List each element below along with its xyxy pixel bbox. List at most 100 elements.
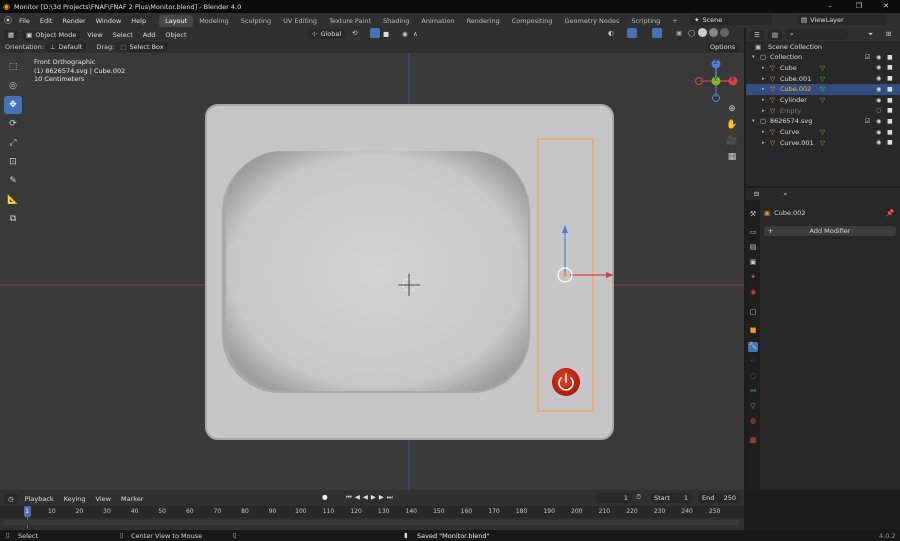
close-button[interactable]: ✕ [872,0,900,13]
timeline-menu-playback[interactable]: Playback [20,495,59,503]
outliner-scene-collection[interactable]: ▣ Scene Collection [746,42,900,53]
visibility-eye-icon[interactable]: ◉ [876,64,881,71]
data-tab-icon[interactable]: ▽ [748,402,758,412]
outliner-row[interactable]: ▸ ▽ Cube.002 ▽ ◉ ■ [746,84,900,95]
outliner-row[interactable]: ▸ ▽ Cube ▽ ◉ ■ [746,63,900,74]
tab-texture-paint[interactable]: Texture Paint [323,15,377,27]
options-dropdown[interactable]: Options [706,42,740,52]
outliner-row[interactable]: ▸ ▽ Curve ▽ ◉ ■ [746,127,900,138]
mesh-data-icon[interactable]: ▽ [820,139,825,147]
expand-arrow-icon[interactable]: ▸ [762,97,765,103]
tab-scripting[interactable]: Scripting [625,15,666,27]
minimize-button[interactable]: – [816,0,844,13]
rendered-shading-icon[interactable] [720,28,729,37]
render-camera-icon[interactable]: ■ [887,139,893,146]
visibility-eye-icon[interactable]: ◉ [876,129,881,136]
blender-menu-icon[interactable]: ⦿ [4,15,12,26]
camera-view-icon[interactable]: 🎥 [724,136,740,150]
world-tab-icon[interactable]: ◉ [748,288,758,298]
outliner-search-input[interactable]: ⌕ [785,29,848,40]
expand-arrow-icon[interactable]: ▸ [762,108,765,114]
outliner-editor-type-icon[interactable]: ☰ [750,29,764,40]
menu-render[interactable]: Render [57,17,90,25]
pivot-icon[interactable]: ⟲ [352,29,357,37]
tab-geometry-nodes[interactable]: Geometry Nodes [559,15,626,27]
timeline-scrollbar[interactable] [4,520,740,525]
perspective-grid-icon[interactable]: ▦ [724,152,740,166]
render-camera-icon[interactable]: ■ [887,118,893,125]
properties-editor-type-icon[interactable]: ⊟ [750,189,764,199]
select-box-tool-icon[interactable]: ⬚ [4,58,22,76]
menu-help[interactable]: Help [126,17,151,25]
orientation-dropdown[interactable]: ⊥ Default [45,42,87,52]
3d-viewport[interactable] [0,53,744,490]
move-tool-icon[interactable]: ✥ [4,96,22,114]
visibility-eye-icon[interactable]: ◉ [876,86,881,93]
measure-tool-icon[interactable]: 📐 [4,191,22,209]
timeline-menu-view[interactable]: View [91,495,116,503]
collapse-arrow-icon[interactable]: ▾ [752,54,755,60]
viewport-menu-view[interactable]: View [82,31,107,39]
transform-tool-icon[interactable]: ⊡ [4,153,22,171]
zoom-icon[interactable]: ⊕ [724,104,740,118]
gizmo-toggle-icon[interactable] [627,28,637,38]
falloff-icon[interactable]: ∧ [413,30,418,38]
scale-tool-icon[interactable]: ⤢ [4,134,22,152]
menu-window[interactable]: Window [91,17,127,25]
tab-modeling[interactable]: Modeling [193,15,235,27]
record-icon[interactable]: ● [322,493,328,501]
add-modifier-button[interactable]: + Add Modifier [764,226,896,236]
xray-icon[interactable]: ▣ [676,29,682,37]
tab-sculpting[interactable]: Sculpting [235,15,277,27]
exclude-checkbox-icon[interactable]: ☑ [865,54,870,61]
viewport-menu-object[interactable]: Object [160,31,191,39]
clock-icon[interactable]: ⏱ [636,493,641,502]
menu-file[interactable]: File [14,17,35,25]
transform-orientation-selector[interactable]: ⊹ Global [308,29,346,39]
render-camera-icon[interactable]: ■ [887,107,893,114]
playback-controls-icon[interactable]: ⏮◀◀▶▶⏭ [346,493,396,502]
tab-layout[interactable]: Layout [159,14,194,27]
viewport-menu-select[interactable]: Select [108,31,138,39]
outliner-row[interactable]: ▸ ▽ Empty ◌ ■ [746,106,900,117]
output-tab-icon[interactable]: ▤ [748,243,758,253]
view-layer-tab-icon[interactable]: ▣ [748,258,758,268]
timeline-menu-marker[interactable]: Marker [116,495,148,503]
menu-edit[interactable]: Edit [35,17,58,25]
visibility-eye-icon[interactable]: ◉ [876,97,881,104]
mesh-data-icon[interactable]: ▽ [820,64,825,72]
editor-type-button[interactable]: ▦ [4,29,19,40]
rotate-tool-icon[interactable]: ⟳ [4,115,22,133]
drag-dropdown[interactable]: ⬚ Select Box [116,42,168,52]
visibility-eye-icon[interactable]: ◉ [876,118,881,125]
tab-animation[interactable]: Animation [415,15,460,27]
cursor-tool-icon[interactable]: ◎ [4,77,22,95]
outliner-row[interactable]: ▸ ▽ Curve.001 ▽ ◉ ■ [746,138,900,149]
mesh-data-icon[interactable]: ▽ [820,96,825,104]
maximize-button[interactable]: ❐ [845,0,873,13]
mode-selector[interactable]: ▣ Object Mode [22,29,81,40]
particles-tab-icon[interactable]: ⁘ [748,357,758,367]
mesh-data-icon[interactable]: ▽ [820,85,825,93]
object-tab-icon[interactable]: ■ [748,326,758,336]
solid-shading-icon[interactable] [698,28,707,37]
material-shading-icon[interactable] [709,28,718,37]
snap-target-icon[interactable]: ■ [383,30,389,38]
scene-selector[interactable]: ✦ Scene [690,15,772,25]
proportional-edit-icon[interactable]: ◉ [402,30,408,38]
render-camera-icon[interactable]: ■ [887,97,893,104]
texture-tab-icon[interactable]: ▩ [748,436,758,446]
render-camera-icon[interactable]: ■ [887,86,893,93]
pin-icon[interactable]: 📌 [886,209,894,217]
start-frame-field[interactable]: Start 1 [650,493,692,503]
filter-icon[interactable]: ⏷ [868,30,873,39]
properties-search-input[interactable]: ⌕ [779,188,866,200]
visibility-eye-icon[interactable]: ◉ [876,54,881,61]
visibility-eye-icon[interactable]: ◉ [876,75,881,82]
expand-arrow-icon[interactable]: ▸ [762,76,765,82]
tab-compositing[interactable]: Compositing [506,15,559,27]
exclude-checkbox-icon[interactable]: ☑ [865,118,870,125]
scene-tab-icon[interactable]: ✦ [748,273,758,283]
tab-shading[interactable]: Shading [377,15,415,27]
expand-arrow-icon[interactable]: ▸ [762,86,765,92]
